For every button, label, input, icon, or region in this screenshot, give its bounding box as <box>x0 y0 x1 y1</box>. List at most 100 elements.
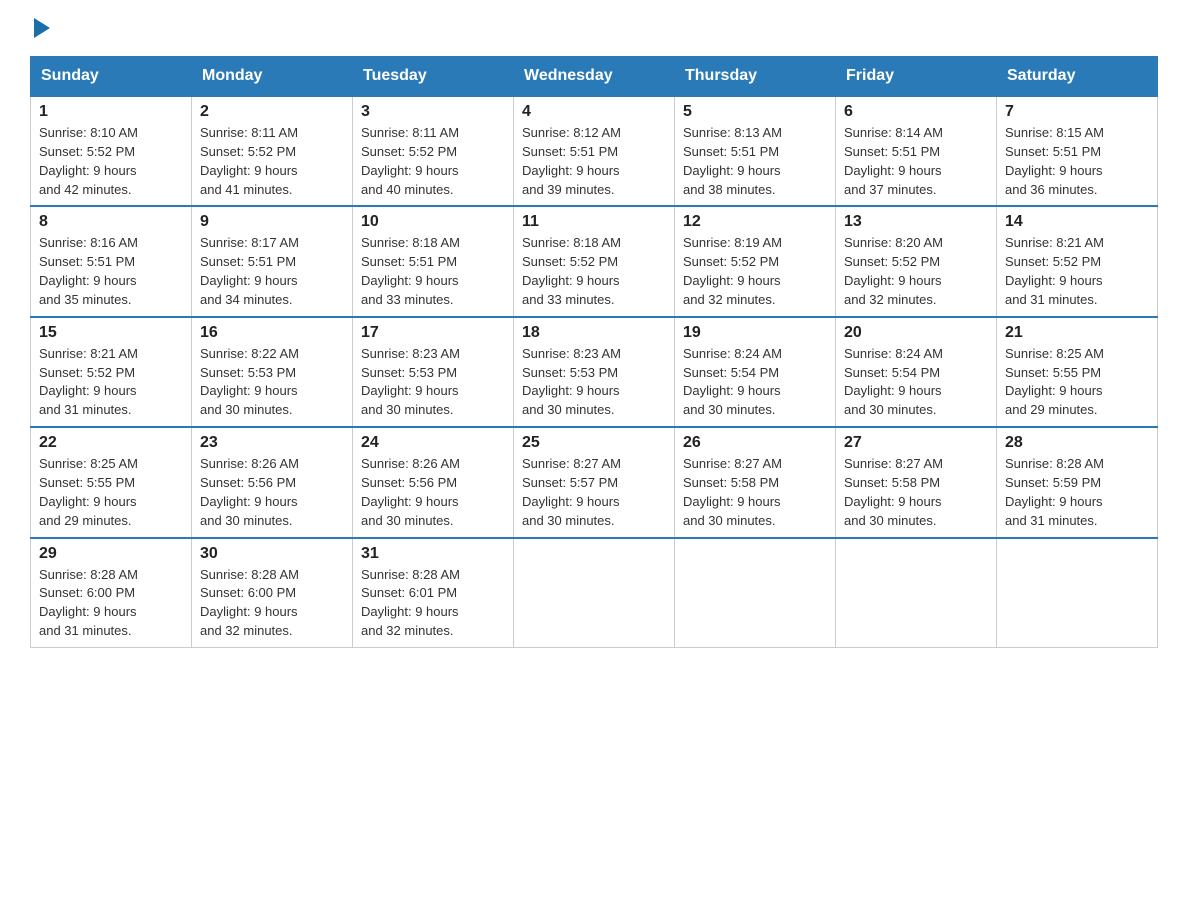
day-info: Sunrise: 8:24 AMSunset: 5:54 PMDaylight:… <box>844 345 988 420</box>
day-info: Sunrise: 8:14 AMSunset: 5:51 PMDaylight:… <box>844 124 988 199</box>
calendar-cell-empty <box>514 538 675 648</box>
calendar-cell: 9 Sunrise: 8:17 AMSunset: 5:51 PMDaylight… <box>192 206 353 316</box>
calendar-cell: 31Sunrise: 8:28 AMSunset: 6:01 PMDayligh… <box>353 538 514 648</box>
day-number: 28 <box>1005 434 1149 452</box>
day-number: 23 <box>200 434 344 452</box>
day-info: Sunrise: 8:20 AMSunset: 5:52 PMDaylight:… <box>844 234 988 309</box>
day-info: Sunrise: 8:27 AMSunset: 5:57 PMDaylight:… <box>522 455 666 530</box>
calendar-cell: 20Sunrise: 8:24 AMSunset: 5:54 PMDayligh… <box>836 317 997 427</box>
day-info: Sunrise: 8:11 AMSunset: 5:52 PMDaylight:… <box>200 124 344 199</box>
calendar-cell: 25 Sunrise: 8:27 AMSunset: 5:57 PMDayligh… <box>514 427 675 537</box>
calendar-cell: 18 Sunrise: 8:23 AMSunset: 5:53 PMDayligh… <box>514 317 675 427</box>
day-info: Sunrise: 8:28 AMSunset: 6:01 PMDaylight:… <box>361 566 505 641</box>
logo-general <box>30 20 50 38</box>
day-info: Sunrise: 8:18 AMSunset: 5:52 PMDaylight:… <box>522 234 666 309</box>
day-number: 4 <box>522 103 666 121</box>
calendar-cell: 15 Sunrise: 8:21 AMSunset: 5:52 PMDayligh… <box>31 317 192 427</box>
calendar-header-row: Sunday Monday Tuesday Wednesday Thursday… <box>31 57 1158 97</box>
calendar-cell: 17Sunrise: 8:23 AMSunset: 5:53 PMDayligh… <box>353 317 514 427</box>
day-number: 30 <box>200 545 344 563</box>
calendar-cell: 8 Sunrise: 8:16 AMSunset: 5:51 PMDaylight… <box>31 206 192 316</box>
day-info: Sunrise: 8:19 AMSunset: 5:52 PMDaylight:… <box>683 234 827 309</box>
calendar-cell-empty <box>836 538 997 648</box>
logo <box>30 20 50 38</box>
day-number: 5 <box>683 103 827 121</box>
col-header-thursday: Thursday <box>675 57 836 97</box>
calendar-cell: 30 Sunrise: 8:28 AMSunset: 6:00 PMDayligh… <box>192 538 353 648</box>
calendar-cell: 21 Sunrise: 8:25 AMSunset: 5:55 PMDayligh… <box>997 317 1158 427</box>
day-info: Sunrise: 8:23 AMSunset: 5:53 PMDaylight:… <box>522 345 666 420</box>
calendar-week-row: 1 Sunrise: 8:10 AMSunset: 5:52 PMDaylight… <box>31 96 1158 206</box>
day-number: 21 <box>1005 324 1149 342</box>
calendar-week-row: 8 Sunrise: 8:16 AMSunset: 5:51 PMDaylight… <box>31 206 1158 316</box>
calendar-cell: 26 Sunrise: 8:27 AMSunset: 5:58 PMDayligh… <box>675 427 836 537</box>
day-info: Sunrise: 8:27 AMSunset: 5:58 PMDaylight:… <box>844 455 988 530</box>
day-info: Sunrise: 8:13 AMSunset: 5:51 PMDaylight:… <box>683 124 827 199</box>
day-number: 15 <box>39 324 183 342</box>
day-info: Sunrise: 8:24 AMSunset: 5:54 PMDaylight:… <box>683 345 827 420</box>
day-number: 3 <box>361 103 505 121</box>
calendar-cell: 11 Sunrise: 8:18 AMSunset: 5:52 PMDayligh… <box>514 206 675 316</box>
calendar-cell: 14Sunrise: 8:21 AMSunset: 5:52 PMDayligh… <box>997 206 1158 316</box>
calendar-cell: 16Sunrise: 8:22 AMSunset: 5:53 PMDayligh… <box>192 317 353 427</box>
day-info: Sunrise: 8:18 AMSunset: 5:51 PMDaylight:… <box>361 234 505 309</box>
day-info: Sunrise: 8:15 AMSunset: 5:51 PMDaylight:… <box>1005 124 1149 199</box>
day-info: Sunrise: 8:11 AMSunset: 5:52 PMDaylight:… <box>361 124 505 199</box>
day-number: 13 <box>844 213 988 231</box>
day-number: 17 <box>361 324 505 342</box>
day-number: 1 <box>39 103 183 121</box>
col-header-monday: Monday <box>192 57 353 97</box>
day-info: Sunrise: 8:25 AMSunset: 5:55 PMDaylight:… <box>1005 345 1149 420</box>
calendar-cell: 12Sunrise: 8:19 AMSunset: 5:52 PMDayligh… <box>675 206 836 316</box>
day-number: 9 <box>200 213 344 231</box>
day-info: Sunrise: 8:28 AMSunset: 6:00 PMDaylight:… <box>200 566 344 641</box>
day-info: Sunrise: 8:26 AMSunset: 5:56 PMDaylight:… <box>200 455 344 530</box>
day-number: 26 <box>683 434 827 452</box>
day-info: Sunrise: 8:25 AMSunset: 5:55 PMDaylight:… <box>39 455 183 530</box>
calendar-table: Sunday Monday Tuesday Wednesday Thursday… <box>30 56 1158 648</box>
day-number: 10 <box>361 213 505 231</box>
calendar-cell: 13 Sunrise: 8:20 AMSunset: 5:52 PMDayligh… <box>836 206 997 316</box>
calendar-cell: 3 Sunrise: 8:11 AMSunset: 5:52 PMDaylight… <box>353 96 514 206</box>
day-number: 27 <box>844 434 988 452</box>
day-info: Sunrise: 8:12 AMSunset: 5:51 PMDaylight:… <box>522 124 666 199</box>
calendar-cell: 2 Sunrise: 8:11 AMSunset: 5:52 PMDaylight… <box>192 96 353 206</box>
day-number: 18 <box>522 324 666 342</box>
calendar-cell: 29Sunrise: 8:28 AMSunset: 6:00 PMDayligh… <box>31 538 192 648</box>
day-number: 16 <box>200 324 344 342</box>
day-info: Sunrise: 8:21 AMSunset: 5:52 PMDaylight:… <box>39 345 183 420</box>
day-info: Sunrise: 8:28 AMSunset: 5:59 PMDaylight:… <box>1005 455 1149 530</box>
day-info: Sunrise: 8:28 AMSunset: 6:00 PMDaylight:… <box>39 566 183 641</box>
calendar-cell: 23 Sunrise: 8:26 AMSunset: 5:56 PMDayligh… <box>192 427 353 537</box>
logo-arrow-icon <box>34 18 50 38</box>
calendar-week-row: 29Sunrise: 8:28 AMSunset: 6:00 PMDayligh… <box>31 538 1158 648</box>
day-number: 22 <box>39 434 183 452</box>
calendar-week-row: 22 Sunrise: 8:25 AMSunset: 5:55 PMDayligh… <box>31 427 1158 537</box>
day-info: Sunrise: 8:16 AMSunset: 5:51 PMDaylight:… <box>39 234 183 309</box>
calendar-cell: 28 Sunrise: 8:28 AMSunset: 5:59 PMDayligh… <box>997 427 1158 537</box>
day-number: 2 <box>200 103 344 121</box>
day-info: Sunrise: 8:17 AMSunset: 5:51 PMDaylight:… <box>200 234 344 309</box>
calendar-cell: 4 Sunrise: 8:12 AMSunset: 5:51 PMDaylight… <box>514 96 675 206</box>
day-number: 11 <box>522 213 666 231</box>
day-info: Sunrise: 8:26 AMSunset: 5:56 PMDaylight:… <box>361 455 505 530</box>
calendar-cell: 6 Sunrise: 8:14 AMSunset: 5:51 PMDaylight… <box>836 96 997 206</box>
calendar-cell: 7Sunrise: 8:15 AMSunset: 5:51 PMDaylight… <box>997 96 1158 206</box>
day-info: Sunrise: 8:27 AMSunset: 5:58 PMDaylight:… <box>683 455 827 530</box>
calendar-cell: 5 Sunrise: 8:13 AMSunset: 5:51 PMDaylight… <box>675 96 836 206</box>
col-header-wednesday: Wednesday <box>514 57 675 97</box>
day-number: 8 <box>39 213 183 231</box>
col-header-sunday: Sunday <box>31 57 192 97</box>
calendar-cell: 27 Sunrise: 8:27 AMSunset: 5:58 PMDayligh… <box>836 427 997 537</box>
day-number: 19 <box>683 324 827 342</box>
day-info: Sunrise: 8:10 AMSunset: 5:52 PMDaylight:… <box>39 124 183 199</box>
calendar-cell: 19 Sunrise: 8:24 AMSunset: 5:54 PMDayligh… <box>675 317 836 427</box>
calendar-cell-empty <box>675 538 836 648</box>
day-number: 6 <box>844 103 988 121</box>
calendar-cell: 1 Sunrise: 8:10 AMSunset: 5:52 PMDaylight… <box>31 96 192 206</box>
day-number: 25 <box>522 434 666 452</box>
day-number: 14 <box>1005 213 1149 231</box>
calendar-cell-empty <box>997 538 1158 648</box>
calendar-cell: 22 Sunrise: 8:25 AMSunset: 5:55 PMDayligh… <box>31 427 192 537</box>
page-header <box>30 20 1158 38</box>
